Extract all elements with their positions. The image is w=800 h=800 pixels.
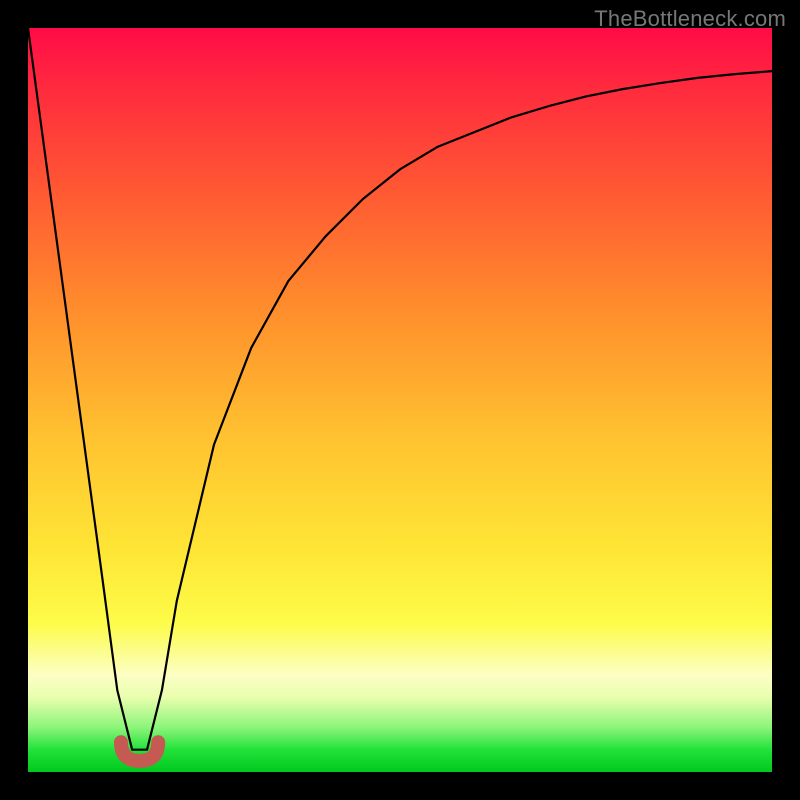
chart-frame: TheBottleneck.com (0, 0, 800, 800)
curve-svg (28, 28, 772, 772)
plot-area (28, 28, 772, 772)
bottleneck-curve (28, 28, 772, 750)
optimal-range-marker (121, 742, 158, 761)
